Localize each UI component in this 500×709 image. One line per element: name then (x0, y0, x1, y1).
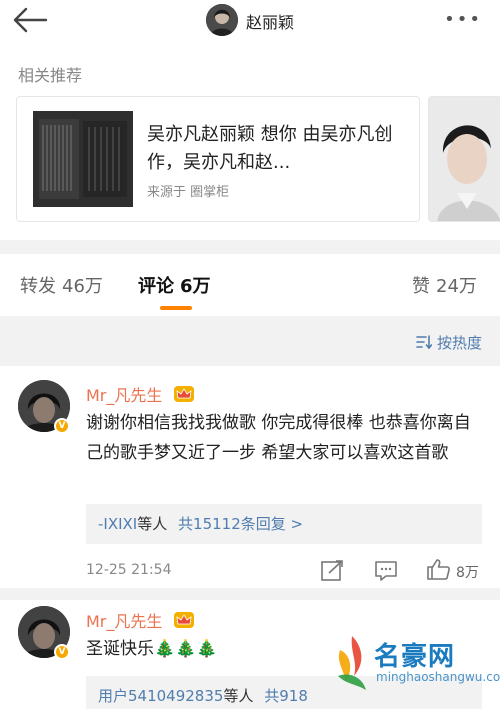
tab-bar: 转发 46万 评论 6万 赞 24万 (0, 254, 500, 316)
section-divider (0, 588, 500, 600)
reply-user: -IXIXI (98, 515, 138, 533)
tab-likes[interactable]: 赞 24万 (412, 272, 477, 298)
page-title: 赵丽颖 (246, 13, 295, 32)
reply-suffix: 等人 (137, 515, 168, 533)
related-card[interactable]: 吴亦凡赵丽颖 想你 由吴亦凡创作，吴亦凡和赵... 来源于 圈掌柜 (16, 96, 420, 222)
sort-label: 按热度 (436, 334, 482, 352)
more-options-icon[interactable]: ••• (444, 9, 482, 30)
verified-badge-icon: V (54, 418, 70, 434)
sort-by-hot-button[interactable]: 按热度 (416, 332, 482, 353)
related-card-2[interactable] (428, 96, 500, 222)
crown-badge-icon (174, 612, 195, 628)
comment-text: 谢谢你相信我找我做歌 你完成得很棒 也恭喜你离自己的歌手梦又近了一步 希望大家可… (86, 413, 471, 463)
crown-badge-icon (174, 386, 195, 402)
watermark-title: 名豪网 (374, 642, 456, 672)
forward-icon[interactable] (320, 560, 346, 582)
tab-count: 6万 (180, 276, 211, 297)
avatar[interactable] (206, 4, 238, 36)
sort-bar: 按热度 (0, 316, 500, 366)
comment-item: V Mr_凡先生 谢谢你相信我找我做歌 你完成得很棒 也恭喜你离自己的歌手梦又近… (0, 366, 500, 588)
like-icon[interactable] (426, 558, 452, 580)
tab-label: 评论 (138, 276, 174, 297)
tab-count: 24万 (436, 276, 477, 297)
back-arrow-icon[interactable] (12, 6, 48, 34)
author-name: Mr_凡先生 (86, 386, 163, 405)
reply-user: 用户5410492835 (98, 687, 224, 705)
tab-label: 赞 (412, 276, 430, 297)
like-count: 8万 (456, 565, 479, 581)
watermark-url: minghaoshangwu.com (376, 670, 500, 684)
sort-icon (416, 335, 433, 350)
card-source: 来源于 圈掌柜 (147, 185, 230, 200)
reply-count: 共15112条回复 > (178, 515, 304, 533)
section-divider (0, 240, 500, 254)
tab-reposts[interactable]: 转发 46万 (20, 272, 103, 298)
active-tab-indicator (160, 306, 192, 310)
reply-count: 共918 (264, 687, 308, 705)
watermark-logo-icon (338, 636, 366, 690)
tab-comments[interactable]: 评论 6万 (138, 272, 211, 298)
author-name: Mr_凡先生 (86, 612, 163, 631)
related-label: 相关推荐 (18, 66, 83, 85)
reply-suffix: 等人 (223, 687, 254, 705)
comment-icon[interactable] (374, 560, 400, 582)
replies-link[interactable]: -IXIXI等人 共15112条回复 > (86, 504, 482, 544)
card-thumbnail (33, 111, 133, 207)
verified-badge-icon: V (54, 644, 70, 660)
comment-author[interactable]: Mr_凡先生 (86, 608, 195, 632)
comment-time: 12-25 21:54 (86, 562, 172, 578)
top-bar: 赵丽颖 ••• (0, 0, 500, 40)
comment-author[interactable]: Mr_凡先生 (86, 382, 195, 406)
tab-count: 46万 (62, 276, 103, 297)
tab-label: 转发 (20, 276, 56, 297)
site-watermark: 名豪网 minghaoshangwu.com (332, 630, 500, 704)
card-title: 吴亦凡赵丽颖 想你 由吴亦凡创作，吴亦凡和赵... (147, 124, 393, 173)
